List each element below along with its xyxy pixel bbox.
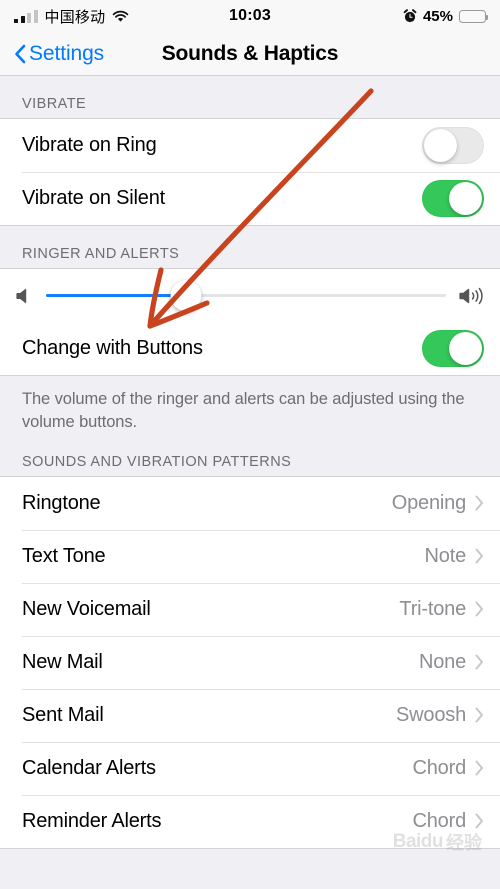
row-value: None bbox=[418, 650, 466, 673]
chevron-right-icon bbox=[475, 707, 484, 723]
row-reminder-alerts[interactable]: Reminder Alerts Chord bbox=[0, 794, 500, 848]
section-header-sounds-and-vibration-patterns: SOUNDS AND VIBRATION PATTERNS bbox=[22, 453, 292, 470]
chevron-right-icon bbox=[475, 548, 484, 564]
row-new-mail[interactable]: New Mail None bbox=[0, 635, 500, 689]
section-header-vibrate: VIBRATE bbox=[22, 96, 87, 112]
row-value: Tri-tone bbox=[399, 597, 466, 620]
row-label: New Mail bbox=[22, 650, 103, 673]
row-calendar-alerts[interactable]: Calendar Alerts Chord bbox=[0, 741, 500, 795]
ringer-footer-note: The volume of the ringer and alerts can … bbox=[22, 390, 465, 431]
row-ringtone[interactable]: Ringtone Opening bbox=[0, 476, 500, 530]
ringer-volume-slider-row bbox=[0, 269, 500, 322]
battery-icon bbox=[459, 9, 489, 23]
back-button[interactable]: Settings bbox=[14, 42, 104, 66]
toggle-change-with-buttons[interactable] bbox=[422, 330, 484, 367]
signal-bars-icon bbox=[14, 9, 38, 23]
speaker-low-icon bbox=[14, 286, 36, 306]
row-label: Ringtone bbox=[22, 491, 101, 514]
chevron-left-icon bbox=[14, 44, 26, 64]
chevron-right-icon bbox=[475, 813, 484, 829]
row-value: Opening bbox=[391, 491, 466, 514]
row-label: New Voicemail bbox=[22, 597, 151, 620]
row-label: Text Tone bbox=[22, 544, 106, 567]
back-button-label: Settings bbox=[29, 41, 105, 65]
row-vibrate-on-silent[interactable]: Vibrate on Silent bbox=[0, 172, 500, 225]
toggle-vibrate-on-ring[interactable] bbox=[422, 127, 484, 164]
speaker-high-icon bbox=[456, 285, 488, 307]
row-label: Vibrate on Ring bbox=[22, 134, 157, 156]
row-value: Chord bbox=[412, 756, 467, 779]
row-change-with-buttons[interactable]: Change with Buttons bbox=[0, 322, 500, 375]
row-value: Chord bbox=[412, 809, 467, 832]
status-bar: 中国移动 10:03 45% bbox=[0, 0, 500, 32]
navigation-bar: Settings Sounds & Haptics bbox=[0, 32, 500, 76]
patterns-group: Ringtone Opening Text Tone Note New Voic… bbox=[0, 475, 500, 849]
row-new-voicemail[interactable]: New Voicemail Tri-tone bbox=[0, 582, 500, 636]
section-header-ringer-and-alerts: RINGER AND ALERTS bbox=[22, 246, 180, 262]
alarm-clock-icon bbox=[403, 9, 417, 23]
row-value: Swoosh bbox=[396, 703, 466, 726]
toggle-vibrate-on-silent[interactable] bbox=[422, 180, 484, 217]
vibrate-group: Vibrate on Ring Vibrate on Silent bbox=[0, 118, 500, 226]
carrier-label: 中国移动 bbox=[44, 8, 106, 26]
chevron-right-icon bbox=[475, 495, 484, 511]
slider-fill bbox=[46, 294, 186, 297]
wifi-icon bbox=[112, 10, 129, 23]
chevron-right-icon bbox=[475, 654, 484, 670]
chevron-right-icon bbox=[475, 760, 484, 776]
row-label: Sent Mail bbox=[22, 703, 104, 726]
row-text-tone[interactable]: Text Tone Note bbox=[0, 529, 500, 583]
ringer-volume-slider[interactable] bbox=[46, 280, 446, 311]
iphone-settings-screen: 中国移动 10:03 45% Settings Sounds & Haptics… bbox=[0, 0, 500, 889]
row-value: Note bbox=[424, 544, 467, 567]
row-vibrate-on-ring[interactable]: Vibrate on Ring bbox=[0, 119, 500, 172]
row-label: Calendar Alerts bbox=[22, 756, 156, 779]
row-label: Reminder Alerts bbox=[22, 809, 162, 832]
status-bar-right: 45% bbox=[403, 7, 489, 25]
ringer-group: Change with Buttons bbox=[0, 268, 500, 376]
slider-thumb[interactable] bbox=[170, 280, 202, 311]
row-label: Change with Buttons bbox=[22, 337, 203, 359]
battery-percent-label: 45% bbox=[422, 7, 453, 25]
chevron-right-icon bbox=[475, 601, 484, 617]
row-label: Vibrate on Silent bbox=[22, 187, 165, 209]
status-bar-left: 中国移动 bbox=[14, 6, 129, 27]
row-sent-mail[interactable]: Sent Mail Swoosh bbox=[0, 688, 500, 742]
